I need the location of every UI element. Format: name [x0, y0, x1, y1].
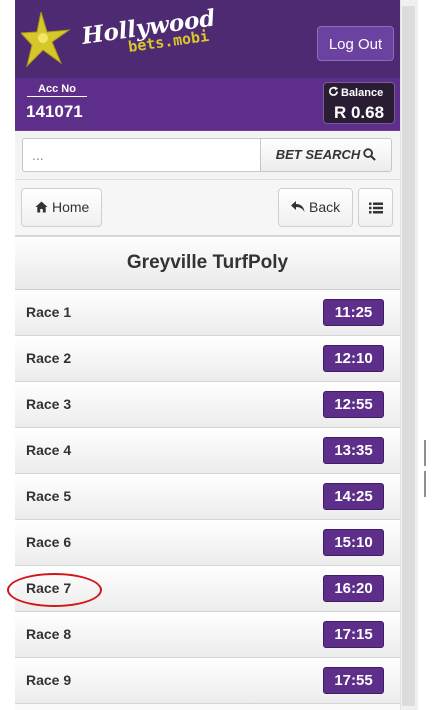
- race-label: Race 6: [26, 534, 72, 550]
- home-label: Home: [52, 199, 90, 215]
- resize-splitter-handle[interactable]: [424, 440, 429, 497]
- home-button[interactable]: Home: [21, 188, 102, 227]
- race-row[interactable]: Race 4 13:35: [15, 428, 400, 474]
- race-label: Race 8: [26, 626, 72, 642]
- reply-icon: [291, 201, 305, 212]
- race-time-badge: 12:10: [323, 345, 384, 372]
- race-row[interactable]: Race 5 14:25: [15, 474, 400, 520]
- account-bar: Acc No 141071 Balance R 0.68: [15, 78, 400, 133]
- race-time-badge: 15:10: [323, 529, 384, 556]
- search-bar: ... BET SEARCH: [15, 131, 400, 180]
- refresh-icon[interactable]: [328, 86, 339, 97]
- acc-number: 141071: [26, 102, 83, 121]
- header: Hollywood bets.mobi Log Out: [15, 0, 400, 78]
- balance-value: R 0.68: [333, 103, 385, 122]
- race-row[interactable]: Race 9 17:55: [15, 658, 400, 704]
- balance-box[interactable]: Balance R 0.68: [323, 82, 395, 124]
- balance-label-wrap: Balance: [328, 86, 383, 99]
- search-input[interactable]: ...: [22, 138, 260, 172]
- app-container: Hollywood bets.mobi Log Out Acc No 14107…: [15, 0, 400, 710]
- home-icon: [35, 201, 48, 213]
- search-icon: [363, 148, 377, 161]
- race-row[interactable]: Race 1 11:25: [15, 290, 400, 336]
- race-time-badge: 11:25: [323, 299, 384, 326]
- bet-search-label: BET SEARCH: [275, 147, 361, 162]
- list-icon: [368, 202, 383, 214]
- race-label: Race 3: [26, 396, 72, 412]
- nav-bar: Home Back: [15, 180, 400, 237]
- race-time-badge: 13:35: [323, 437, 384, 464]
- race-time-badge: 14:25: [323, 483, 384, 510]
- race-time-badge: 16:20: [323, 575, 384, 602]
- race-label: Race 9: [26, 672, 72, 688]
- race-row[interactable]: Race 3 12:55: [15, 382, 400, 428]
- scrollbar-thumb[interactable]: [402, 6, 415, 706]
- logout-button[interactable]: Log Out: [317, 26, 394, 61]
- race-list: Race 1 11:25 Race 2 12:10 Race 3 12:55 R…: [15, 290, 400, 704]
- race-time-badge: 17:15: [323, 621, 384, 648]
- balance-label: Balance: [341, 87, 384, 99]
- back-button[interactable]: Back: [278, 188, 353, 227]
- menu-button[interactable]: [358, 188, 393, 227]
- page-title: Greyville TurfPoly: [15, 237, 400, 290]
- acc-no-label: Acc No: [27, 83, 87, 97]
- back-label: Back: [309, 199, 341, 215]
- race-label: Race 5: [26, 488, 72, 504]
- race-row[interactable]: Race 2 12:10: [15, 336, 400, 382]
- race-row[interactable]: Race 6 15:10: [15, 520, 400, 566]
- hollywoodbets-logo[interactable]: Hollywood bets.mobi: [21, 8, 231, 76]
- race-label: Race 1: [26, 304, 72, 320]
- race-row[interactable]: Race 8 17:15: [15, 612, 400, 658]
- race-label: Race 4: [26, 442, 72, 458]
- race-label: Race 7: [26, 580, 72, 596]
- race-row[interactable]: Race 7 16:20: [15, 566, 400, 612]
- race-time-badge: 12:55: [323, 391, 384, 418]
- bet-search-button[interactable]: BET SEARCH: [260, 138, 392, 172]
- race-label: Race 2: [26, 350, 72, 366]
- race-time-badge: 17:55: [323, 667, 384, 694]
